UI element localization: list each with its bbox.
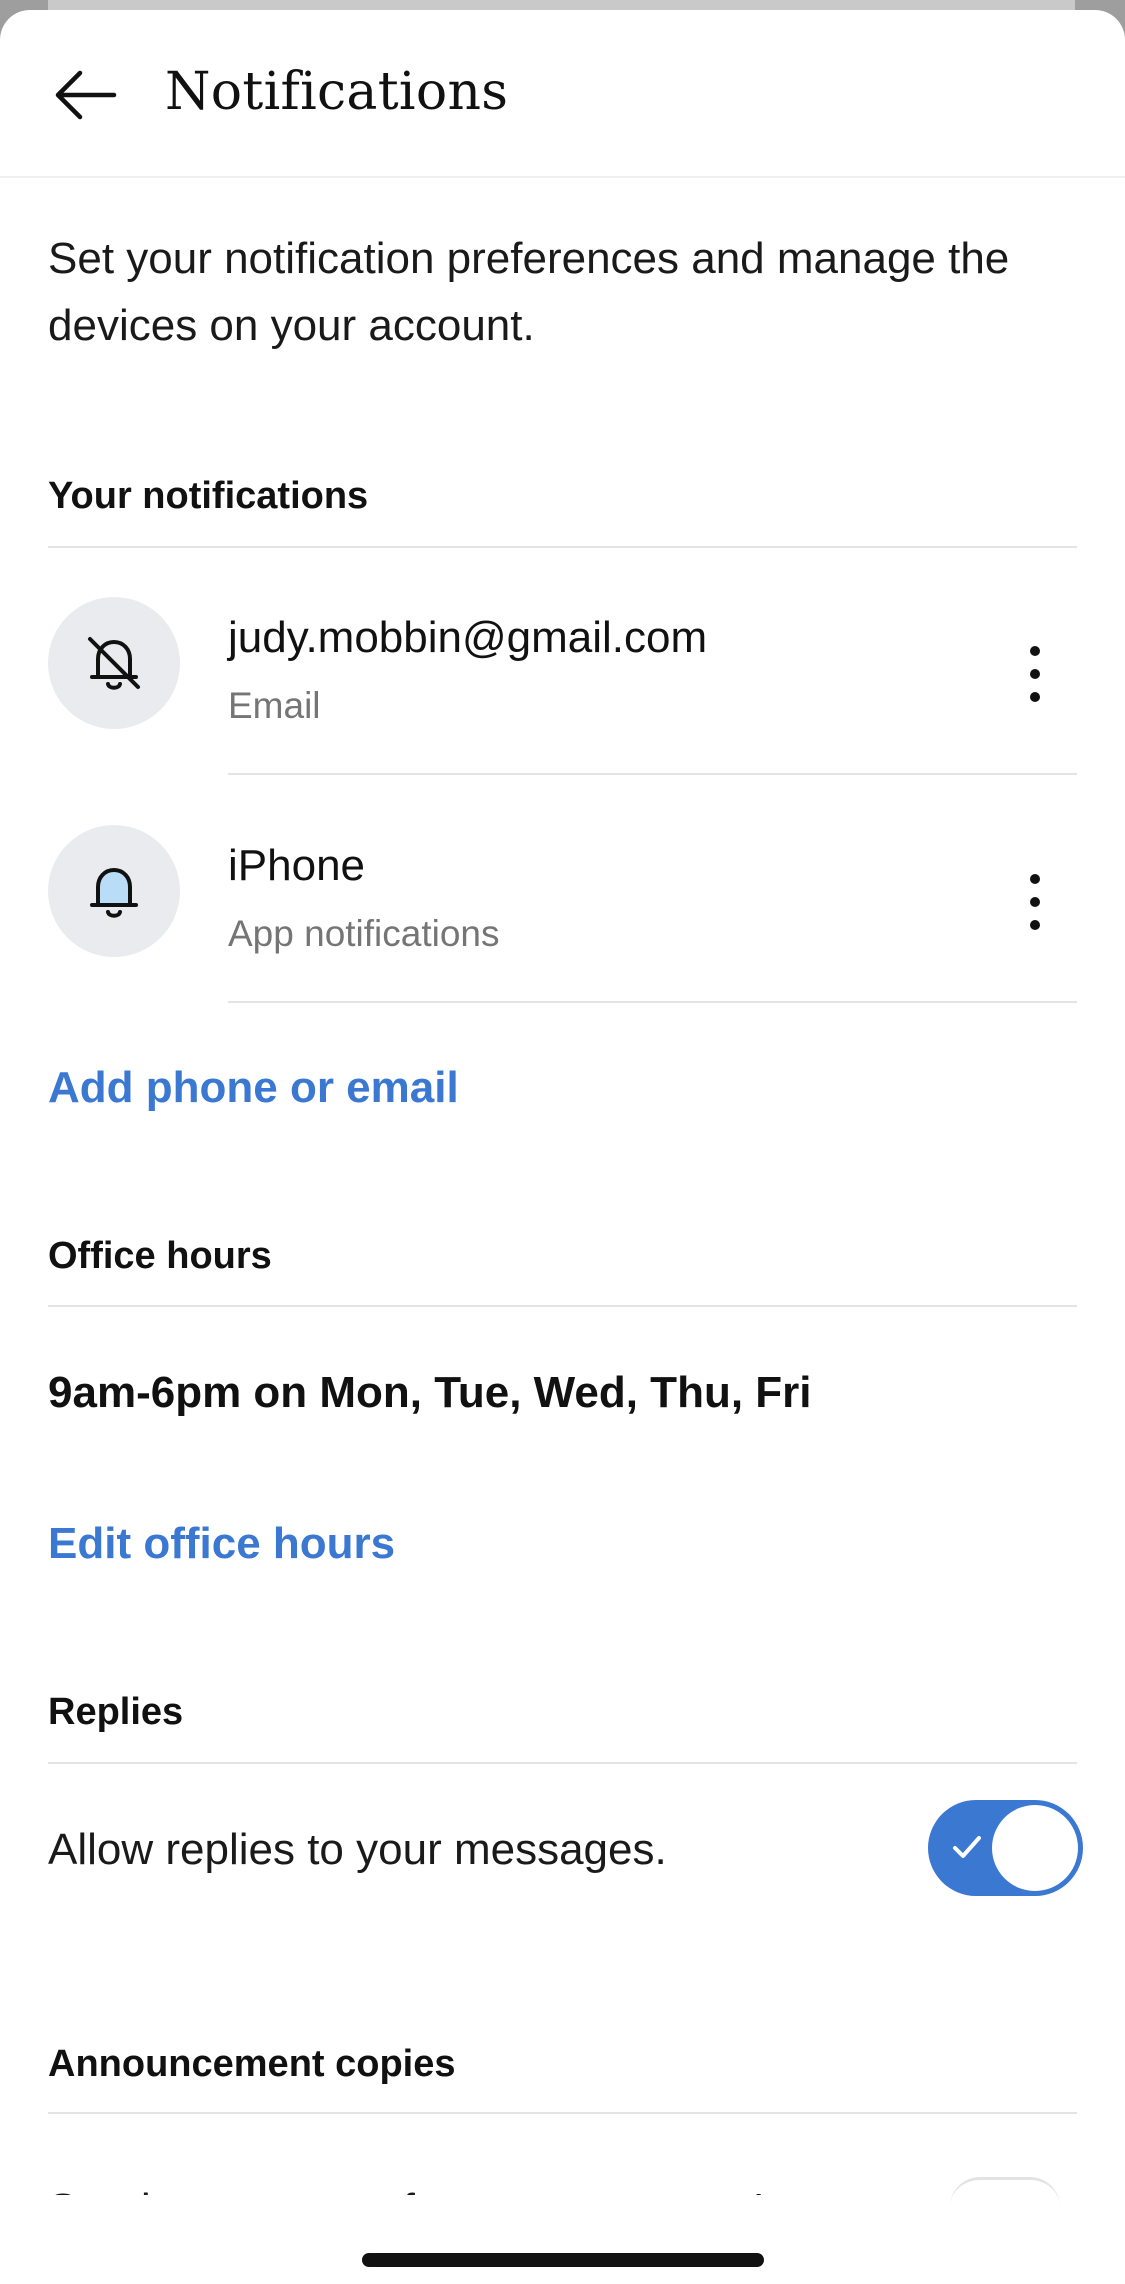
- section-title-your-notifications: Your notifications: [48, 475, 369, 517]
- list-item-subtitle: App notifications: [228, 913, 500, 954]
- divider: [228, 1001, 1077, 1003]
- list-item-title: iPhone: [228, 841, 366, 890]
- divider: [48, 1305, 1077, 1307]
- checkmark-icon: [953, 1836, 981, 1858]
- allow-replies-toggle[interactable]: [928, 1800, 1083, 1896]
- home-indicator: [362, 2253, 764, 2267]
- more-options-icon[interactable]: [995, 624, 1075, 724]
- allow-replies-label: Allow replies to your messages.: [48, 1825, 667, 1874]
- office-hours-value: 9am-6pm on Mon, Tue, Wed, Thu, Fri: [48, 1368, 812, 1417]
- section-title-announcement-copies: Announcement copies: [48, 2043, 456, 2085]
- bell-icon: [90, 868, 138, 918]
- list-item-title: judy.mobbin@gmail.com: [228, 613, 708, 662]
- avatar: [48, 597, 180, 729]
- header: Notifications: [0, 10, 1125, 178]
- bell-off-icon: [88, 637, 140, 690]
- announcement-copies-toggle[interactable]: [950, 2177, 1060, 2207]
- back-button[interactable]: [40, 50, 130, 140]
- toggle-knob: [992, 1805, 1078, 1891]
- more-options-icon[interactable]: [995, 852, 1075, 952]
- intro-text: Set your notification preferences and ma…: [48, 234, 1010, 350]
- section-title-office-hours: Office hours: [48, 1235, 272, 1277]
- list-item-subtitle: Email: [228, 685, 321, 726]
- edit-office-hours-link[interactable]: Edit office hours: [48, 1519, 395, 1569]
- page-title: Notifications: [165, 62, 509, 122]
- section-title-replies: Replies: [48, 1691, 184, 1733]
- add-phone-or-email-link[interactable]: Add phone or email: [48, 1063, 459, 1113]
- divider: [48, 1762, 1077, 1764]
- divider: [48, 2112, 1077, 2114]
- arrow-left-icon: [55, 70, 117, 120]
- divider: [228, 773, 1077, 775]
- divider: [48, 546, 1077, 548]
- notifications-sheet: Notifications Set your notification pref…: [0, 10, 1125, 2284]
- announcement-copies-label: Send me a copy of announcements I post: [48, 2170, 860, 2195]
- avatar: [48, 825, 180, 957]
